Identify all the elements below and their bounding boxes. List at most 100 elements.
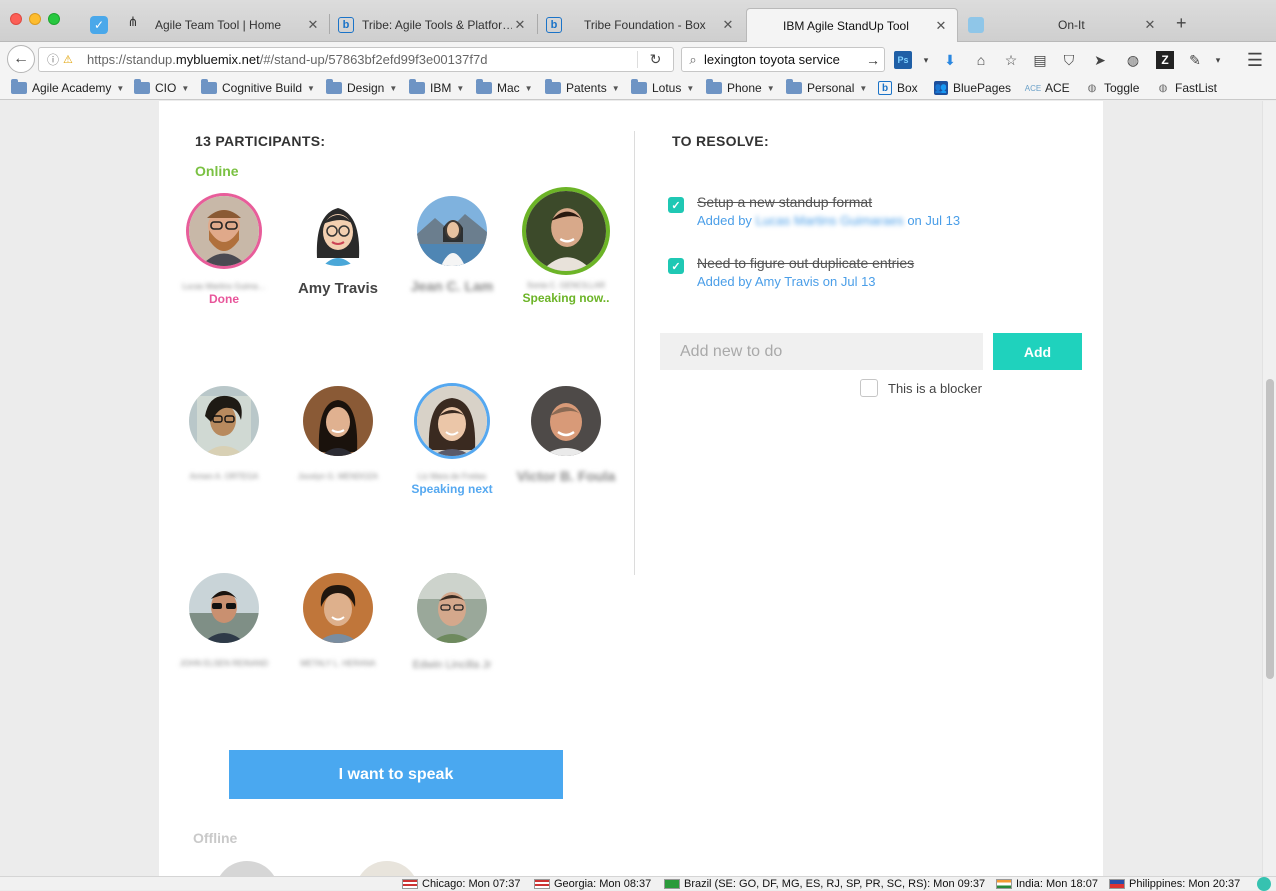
people-icon: 👥 <box>934 81 948 95</box>
india-flag-icon <box>996 879 1012 889</box>
add-todo-button[interactable]: Add <box>993 333 1082 370</box>
chevron-down-icon: ▼ <box>456 83 465 93</box>
pinned-tab-agile-icon[interactable]: ✓ <box>90 16 108 34</box>
avatar[interactable] <box>189 196 259 266</box>
philippines-flag-icon <box>1109 879 1125 889</box>
tab-label: Tribe Foundation - Box <box>584 18 706 32</box>
url-text[interactable]: https://standup.mybluemix.net/#/stand-up… <box>79 52 637 67</box>
bookmark-folder-patents[interactable]: Patents ▼ <box>545 79 620 96</box>
reload-icon[interactable]: ↻ <box>637 51 673 68</box>
participant-name: Lucas Martins Guima… <box>182 282 266 291</box>
tab-tribe-foundation-box[interactable]: b Tribe Foundation - Box ✕ <box>538 8 744 42</box>
status-speaking-now: Speaking now.. <box>522 291 610 305</box>
participant-card[interactable]: Jean C. Lam <box>395 196 509 294</box>
avatar[interactable] <box>303 573 373 643</box>
avatar[interactable] <box>531 386 601 456</box>
chevron-down-icon[interactable]: ▾ <box>917 51 935 69</box>
avatar[interactable] <box>417 573 487 643</box>
extension-icon[interactable]: ✎ <box>1186 51 1204 69</box>
todo-checkbox[interactable]: ✓ <box>668 258 684 274</box>
chevron-down-icon: ▼ <box>116 83 125 93</box>
avatar[interactable] <box>417 196 487 266</box>
participant-card[interactable]: METALY L. HERANA <box>281 573 395 668</box>
bookmark-folder-personal[interactable]: Personal ▼ <box>786 79 867 96</box>
search-input[interactable]: lexington toyota service <box>704 52 862 67</box>
avatar[interactable] <box>303 386 373 456</box>
blocker-checkbox[interactable] <box>860 379 878 397</box>
world-clock-app-icon[interactable] <box>1257 877 1271 891</box>
pocket-icon[interactable]: ⛉ <box>1060 51 1078 69</box>
close-tab-icon[interactable]: ✕ <box>305 17 321 33</box>
i-want-to-speak-button[interactable]: I want to speak <box>229 750 563 799</box>
bookmark-folder-cognitive-build[interactable]: Cognitive Build ▼ <box>201 79 315 96</box>
participants-title: 13 PARTICIPANTS: <box>195 133 326 149</box>
pinned-tab-tree-icon[interactable]: ⋔ <box>122 11 144 33</box>
search-bar[interactable]: ⌕ lexington toyota service → <box>681 47 885 72</box>
close-tab-icon[interactable]: ✕ <box>1142 17 1158 33</box>
bookmark-folder-cio[interactable]: CIO ▼ <box>134 79 189 96</box>
zotero-icon[interactable]: Z <box>1156 51 1174 69</box>
close-tab-icon[interactable]: ✕ <box>512 17 528 33</box>
new-todo-input[interactable] <box>660 333 983 370</box>
bookmark-folder-agile-academy[interactable]: Agile Academy ▼ <box>11 79 125 96</box>
maximize-window-button[interactable] <box>48 13 60 25</box>
hamburger-menu-icon[interactable]: ☰ <box>1246 50 1264 70</box>
send-icon[interactable]: ➤ <box>1091 51 1109 69</box>
participant-card[interactable]: Sonia C. GENCILLAR Speaking now.. <box>509 191 623 305</box>
tab-ibm-agile-standup[interactable]: IBM Agile StandUp Tool ✕ <box>746 8 958 42</box>
bookmark-box[interactable]: b Box <box>878 80 918 96</box>
search-go-arrow-icon[interactable]: → <box>862 52 884 68</box>
photoshop-icon[interactable]: Ps <box>894 51 912 69</box>
box-icon: b <box>878 81 892 95</box>
bookmark-bluepages[interactable]: 👥 BluePages <box>934 80 1011 96</box>
participant-card[interactable]: Victor B. Foula <box>509 386 623 484</box>
participant-card[interactable]: Lucas Martins Guima… Done <box>167 196 281 306</box>
bookmark-fastlist[interactable]: ◍ FastList <box>1156 80 1217 96</box>
bookmark-toggle[interactable]: ◍ Toggle <box>1085 80 1140 96</box>
participant-card[interactable]: Liz Mara de Freitas Speaking next <box>395 386 509 496</box>
warning-lock-icon[interactable]: ⚠ <box>63 53 79 66</box>
tab-tribe-agile-tools[interactable]: b Tribe: Agile Tools & Platfor… ✕ <box>330 8 536 42</box>
tab-on-it[interactable]: On-It ✕ <box>960 8 1166 42</box>
avatar[interactable] <box>355 861 419 876</box>
info-icon[interactable]: ⓘ <box>47 51 63 68</box>
new-tab-plus-icon[interactable]: + <box>1176 13 1187 34</box>
scrollbar-thumb[interactable] <box>1266 379 1274 679</box>
bookmark-folder-lotus[interactable]: Lotus ▼ <box>631 79 694 96</box>
bookmark-folder-design[interactable]: Design ▼ <box>326 79 397 96</box>
bookmark-folder-mac[interactable]: Mac ▼ <box>476 79 533 96</box>
close-tab-icon[interactable]: ✕ <box>720 17 736 33</box>
globe-icon[interactable]: ◍ <box>1124 51 1142 69</box>
avatar[interactable] <box>303 196 373 266</box>
avatar[interactable] <box>526 191 606 271</box>
todo-author-link[interactable]: Lucas Martins Guimaraes <box>756 213 904 228</box>
bookmark-ace[interactable]: ACE ACE <box>1025 80 1070 96</box>
url-bar[interactable]: ⓘ ⚠ https://standup.mybluemix.net/#/stan… <box>38 47 674 72</box>
participant-card[interactable]: Edwin Lincilla Jr <box>395 573 509 671</box>
close-tab-icon[interactable]: ✕ <box>933 18 949 34</box>
chevron-down-icon[interactable]: ▾ <box>1209 51 1227 69</box>
participant-card[interactable]: JOHN ELSEN REINAND <box>167 573 281 668</box>
avatar[interactable] <box>189 573 259 643</box>
reading-list-icon[interactable]: ▤ <box>1031 51 1049 69</box>
participant-card[interactable]: Amy Travis <box>281 196 395 297</box>
bookmark-star-icon[interactable]: ☆ <box>1002 51 1020 69</box>
todo-meta: Added by Amy Travis on Jul 13 <box>697 274 876 289</box>
avatar[interactable] <box>189 386 259 456</box>
home-icon[interactable]: ⌂ <box>972 51 990 69</box>
page-scrollbar[interactable] <box>1262 101 1276 876</box>
avatar[interactable] <box>417 386 487 456</box>
download-icon[interactable]: ⬇ <box>941 51 959 69</box>
bookmark-folder-phone[interactable]: Phone ▼ <box>706 79 775 96</box>
avatar[interactable] <box>215 861 279 876</box>
participant-card[interactable]: Armen A. ORTEGA <box>167 386 281 481</box>
minimize-window-button[interactable] <box>29 13 41 25</box>
status-speaking-next: Speaking next <box>411 482 493 496</box>
bookmark-folder-ibm[interactable]: IBM ▼ <box>409 79 465 96</box>
todo-author-link[interactable]: Amy Travis <box>755 274 819 289</box>
participant-card[interactable]: Jocelyn G. MENDOZA <box>281 386 395 481</box>
tab-agile-team-tool[interactable]: Agile Team Tool | Home ✕ <box>147 8 329 42</box>
back-arrow-icon[interactable]: ← <box>7 45 35 73</box>
close-window-button[interactable] <box>10 13 22 25</box>
todo-checkbox[interactable]: ✓ <box>668 197 684 213</box>
